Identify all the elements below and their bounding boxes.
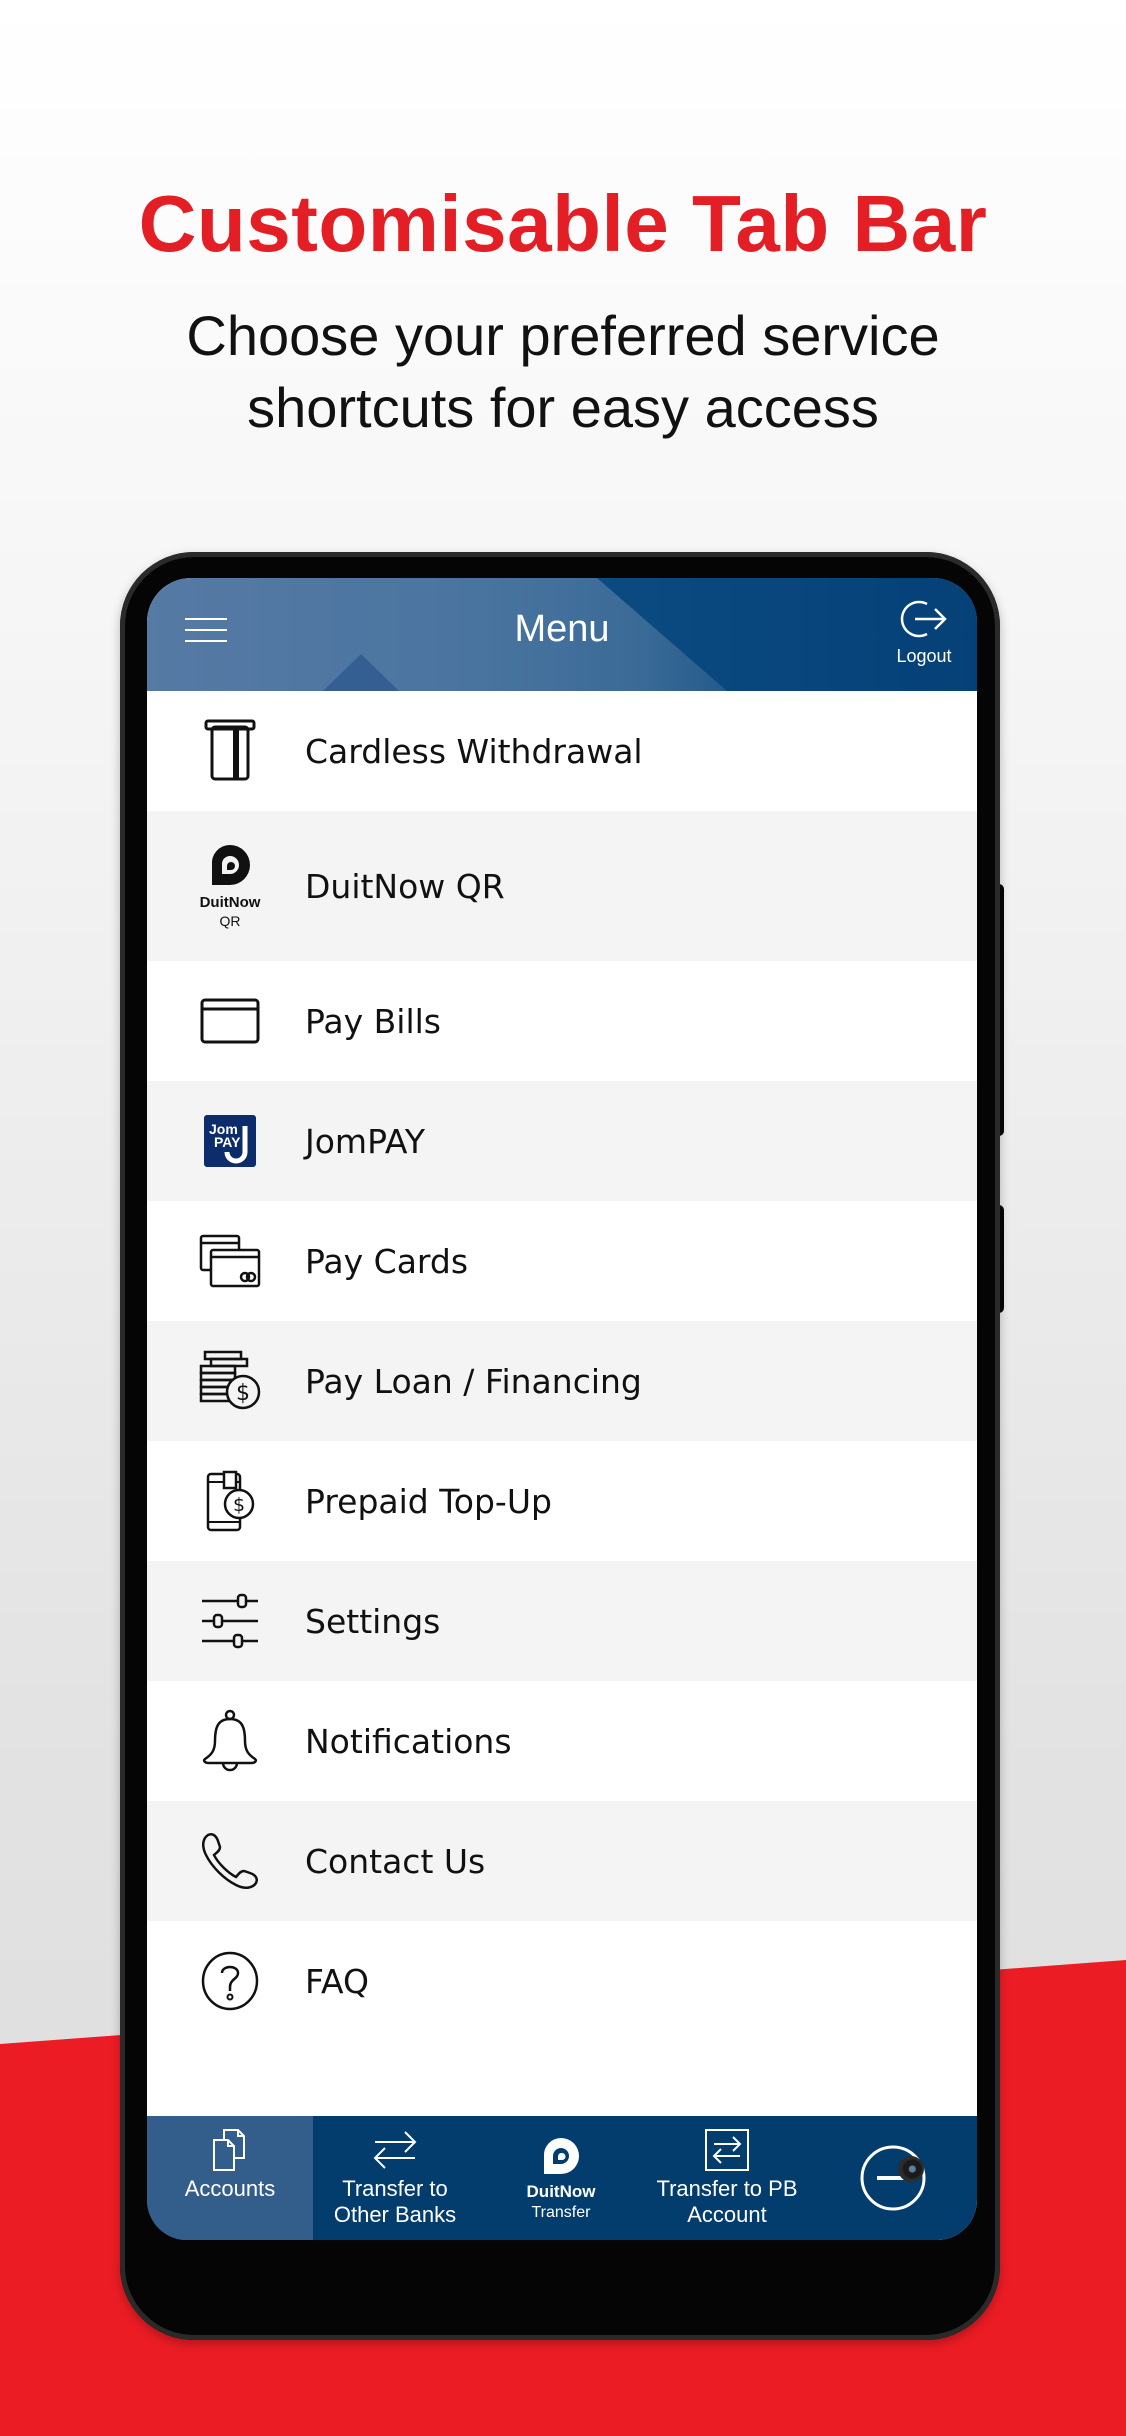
svg-text:PAY: PAY: [214, 1134, 241, 1150]
transfer-box-icon: [705, 2129, 749, 2171]
menu-item-label: Settings: [305, 1601, 441, 1641]
menu-item-contact-us[interactable]: Contact Us: [147, 1801, 977, 1921]
menu-list: Cardless Withdrawal DuitNow QR DuitNow Q…: [147, 691, 977, 2041]
duitnow-brand-text: DuitNow: [526, 2182, 596, 2201]
header-triangle-decoration: [323, 654, 399, 691]
menu-item-cardless-withdrawal[interactable]: Cardless Withdrawal: [147, 691, 977, 811]
menu-item-label: Pay Cards: [305, 1241, 469, 1281]
tab-remove-shortcut[interactable]: [809, 2116, 977, 2240]
tab-label-line: Transfer to: [342, 2176, 448, 2201]
bill-icon: [175, 998, 285, 1044]
duitnow-brand-text: DuitNow: [199, 893, 261, 911]
jompay-icon: Jom PAY: [175, 1114, 285, 1168]
menu-item-faq[interactable]: FAQ: [147, 1921, 977, 2041]
tab-transfer-other-banks[interactable]: Transfer to Other Banks: [313, 2116, 477, 2240]
app-header: Menu Logout: [147, 578, 977, 691]
menu-item-jompay[interactable]: Jom PAY JomPAY: [147, 1081, 977, 1201]
tab-transfer-pb-account[interactable]: Transfer to PB Account: [645, 2116, 809, 2240]
duitnow-icon: [543, 2138, 579, 2174]
tab-label-line: Transfer to PB: [656, 2176, 798, 2201]
menu-item-label: Contact Us: [305, 1841, 486, 1881]
tab-accounts[interactable]: Accounts: [147, 2116, 313, 2240]
menu-item-label: Cardless Withdrawal: [305, 731, 643, 771]
tab-label-line: Other Banks: [333, 2202, 457, 2227]
menu-item-label: JomPAY: [305, 1121, 426, 1161]
page-title: Menu: [514, 608, 610, 650]
promo-title: Customisable Tab Bar: [138, 179, 988, 268]
tab-duitnow-transfer[interactable]: DuitNow Transfer: [477, 2116, 645, 2240]
sliders-icon: [175, 1593, 285, 1649]
svg-text:$: $: [236, 1381, 250, 1406]
duitnow-qr-text: QR: [219, 912, 241, 929]
logout-label: Logout: [896, 646, 952, 666]
svg-text:$: $: [233, 1494, 245, 1516]
menu-item-pay-bills[interactable]: Pay Bills: [147, 961, 977, 1081]
menu-item-label: Pay Bills: [305, 1001, 441, 1041]
cardless-withdrawal-icon: [175, 719, 285, 783]
swap-arrows-icon: [373, 2131, 417, 2169]
logout-button[interactable]: Logout: [887, 598, 961, 667]
menu-item-notifications[interactable]: Notifications: [147, 1681, 977, 1801]
tab-label: Transfer: [531, 2204, 591, 2221]
menu-item-pay-loan[interactable]: $ Pay Loan / Financing: [147, 1321, 977, 1441]
phone-icon: [175, 1831, 285, 1891]
question-circle-icon: [175, 1951, 285, 2011]
duitnow-qr-icon: DuitNow QR: [175, 843, 285, 930]
tab-label: Accounts: [184, 2176, 276, 2201]
logout-icon: [900, 600, 947, 638]
bottom-tab-bar: Accounts Transfer to Other Banks DuitNow…: [147, 2116, 977, 2240]
menu-item-prepaid-topup[interactable]: $ Prepaid Top-Up: [147, 1441, 977, 1561]
promo-subtitle-line-1: Choose your preferred service: [186, 304, 940, 367]
app-screen: Menu Logout Cardless Withdrawal DuitNow …: [147, 578, 977, 2240]
credit-cards-icon: [175, 1234, 285, 1288]
menu-item-settings[interactable]: Settings: [147, 1561, 977, 1681]
menu-item-pay-cards[interactable]: Pay Cards: [147, 1201, 977, 1321]
bell-icon: [175, 1709, 285, 1773]
menu-item-label: DuitNow QR: [305, 866, 505, 906]
tab-label: Transfer to Other Banks: [334, 2176, 456, 2228]
phone-frame: Menu Logout Cardless Withdrawal DuitNow …: [120, 552, 1000, 2340]
phone-dollar-icon: $: [175, 1470, 285, 1532]
menu-item-label: Pay Loan / Financing: [305, 1361, 642, 1401]
menu-item-label: FAQ: [305, 1961, 369, 2001]
tab-label-line: Account: [687, 2202, 767, 2227]
menu-item-duitnow-qr[interactable]: DuitNow QR DuitNow QR: [147, 811, 977, 961]
coins-dollar-icon: $: [175, 1350, 285, 1412]
promo-subtitle-line-2: shortcuts for easy access: [247, 376, 879, 439]
menu-item-label: Notifications: [305, 1721, 512, 1761]
tab-label: Transfer to PB Account: [656, 2176, 797, 2228]
menu-item-label: Prepaid Top-Up: [305, 1481, 552, 1521]
documents-icon: [213, 2129, 245, 2171]
promo-subtitle: Choose your preferred service shortcuts …: [0, 300, 1126, 444]
phone-camera: [898, 2156, 924, 2182]
